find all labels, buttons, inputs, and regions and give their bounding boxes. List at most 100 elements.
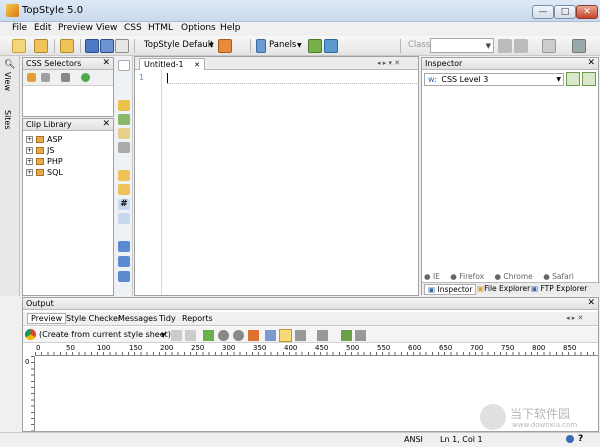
zoom-icon[interactable]: [566, 72, 580, 86]
refresh-icon[interactable]: [171, 330, 182, 341]
tag-dark-icon[interactable]: [61, 73, 70, 82]
bug-icon[interactable]: [248, 330, 259, 341]
wrap-icon[interactable]: [118, 170, 130, 181]
css-selectors-panel: CSS Selectors ✕: [22, 57, 114, 117]
edit-icon[interactable]: [582, 72, 596, 86]
hash-icon[interactable]: #: [118, 199, 130, 210]
editor-side-tools: #: [116, 56, 133, 296]
print-icon[interactable]: [115, 39, 129, 53]
class-label: Class: [408, 40, 431, 50]
copy-icon[interactable]: [185, 330, 196, 341]
vertical-ruler: 0: [23, 356, 35, 431]
tag-icon[interactable]: [27, 73, 36, 82]
split-v-icon[interactable]: [118, 271, 130, 282]
style-combo[interactable]: TopStyle Default: [144, 40, 213, 50]
minimize-button[interactable]: —: [532, 5, 554, 19]
page-icon[interactable]: [118, 60, 130, 71]
open-project-icon[interactable]: [60, 39, 74, 53]
tab-reports[interactable]: Reports: [179, 314, 216, 323]
chevron-down-icon[interactable]: ▼: [297, 42, 302, 49]
grid-icon[interactable]: [308, 39, 322, 53]
selectors-toolbar: [23, 70, 113, 86]
menu-help[interactable]: Help: [220, 23, 241, 33]
chevron-down-icon[interactable]: ▼: [209, 42, 214, 49]
panels-button[interactable]: Panels: [269, 40, 296, 50]
menu-html[interactable]: HTML: [148, 23, 173, 33]
save-all-icon[interactable]: [100, 39, 114, 53]
window-icon[interactable]: [118, 241, 130, 252]
navigate-icon[interactable]: [203, 330, 214, 341]
menu-edit[interactable]: Edit: [34, 23, 51, 33]
page-view-icon[interactable]: [265, 330, 276, 341]
tab-nav-icon[interactable]: ◂ ▸ ▾ ✕: [377, 59, 400, 67]
editor-tab-bar: Untitled-1 ✕ ◂ ▸ ▾ ✕: [135, 57, 418, 70]
tree-item-js[interactable]: + JS: [26, 146, 54, 156]
chevron-down-icon[interactable]: ▼: [161, 332, 166, 339]
toolbar-options-icon[interactable]: [542, 39, 556, 53]
tree-item-sql[interactable]: + SQL: [26, 168, 63, 178]
new-file-icon[interactable]: [12, 39, 26, 53]
insert-tag-icon[interactable]: [118, 114, 130, 125]
code-editor[interactable]: Untitled-1 ✕ ◂ ▸ ▾ ✕ 1: [134, 56, 419, 296]
close-icon[interactable]: ✕: [587, 58, 595, 68]
tab-nav-icon[interactable]: ◂ ▸ ✕: [566, 314, 583, 322]
css-level-select[interactable]: w: CSS Level 3 ▼: [424, 73, 564, 86]
folder-icon: [36, 158, 44, 165]
menu-view[interactable]: View: [96, 23, 117, 33]
settings-icon[interactable]: [355, 330, 366, 341]
image-icon[interactable]: [341, 330, 352, 341]
wrench-icon[interactable]: [572, 39, 586, 53]
brush-icon[interactable]: [118, 142, 130, 153]
style-editor-icon[interactable]: [218, 39, 232, 53]
resize-icon[interactable]: [295, 330, 306, 341]
search-icon[interactable]: 🔍︎: [4, 60, 15, 70]
menu-options[interactable]: Options: [181, 23, 216, 33]
chrome-icon[interactable]: [25, 329, 36, 340]
tree-item-asp[interactable]: + ASP: [26, 135, 62, 145]
pen-icon[interactable]: [118, 213, 130, 224]
tree-item-php[interactable]: + PHP: [26, 157, 63, 167]
reload-icon[interactable]: [233, 330, 244, 341]
menu-file[interactable]: File: [12, 23, 27, 33]
layout-icon[interactable]: [324, 39, 338, 53]
style-tool-icon[interactable]: [498, 39, 512, 53]
tab-ftp-explorer[interactable]: ▣ FTP Explorer: [528, 284, 590, 295]
menu-preview[interactable]: Preview: [58, 23, 93, 33]
tab-messages[interactable]: Messages: [115, 314, 160, 323]
close-icon[interactable]: ✕: [102, 119, 110, 129]
clip-library-panel: Clip Library ✕ + ASP + JS + PHP + SQL: [22, 118, 114, 296]
style-tool2-icon[interactable]: [514, 39, 528, 53]
link-icon[interactable]: [81, 73, 90, 82]
insert-icon[interactable]: [118, 100, 130, 111]
tab-preview[interactable]: Preview: [27, 313, 67, 324]
class-combo[interactable]: ▼: [430, 38, 494, 53]
tab-file-explorer[interactable]: ▣File Explorer: [474, 284, 533, 295]
stop-icon[interactable]: [218, 330, 229, 341]
browser-indicators: ● IE ● Firefox ● Chrome ● Safari: [424, 272, 574, 281]
export-icon[interactable]: [317, 330, 328, 341]
source-combo[interactable]: (Create from current style sheet): [39, 330, 171, 339]
open-folder-icon[interactable]: [34, 39, 48, 53]
maximize-button[interactable]: □: [554, 5, 576, 19]
tag-gray-icon[interactable]: [41, 73, 50, 82]
folder-small-icon[interactable]: [118, 184, 130, 195]
tab-tidy[interactable]: Tidy: [156, 314, 179, 323]
panels-icon[interactable]: [256, 39, 266, 53]
close-icon[interactable]: ✕: [102, 58, 110, 68]
expand-icon: +: [26, 147, 33, 154]
window-title: TopStyle 5.0: [22, 5, 84, 16]
help-icon[interactable]: ?: [578, 434, 583, 444]
save-icon[interactable]: [85, 39, 99, 53]
tab-view[interactable]: View: [3, 72, 12, 91]
ruler-toggle-icon[interactable]: [279, 329, 292, 342]
comment-icon[interactable]: [118, 128, 130, 139]
close-icon[interactable]: ✕: [587, 298, 595, 308]
close-button[interactable]: ✕: [576, 5, 598, 19]
close-icon[interactable]: ✕: [194, 61, 200, 69]
panel-header: CSS Selectors ✕: [23, 58, 113, 70]
menu-css[interactable]: CSS: [124, 23, 142, 33]
split-h-icon[interactable]: [118, 256, 130, 267]
tab-sites[interactable]: Sites: [3, 110, 12, 130]
tab-inspector[interactable]: ▣ Inspector: [424, 284, 477, 295]
tab-untitled-1[interactable]: Untitled-1 ✕: [139, 58, 206, 70]
